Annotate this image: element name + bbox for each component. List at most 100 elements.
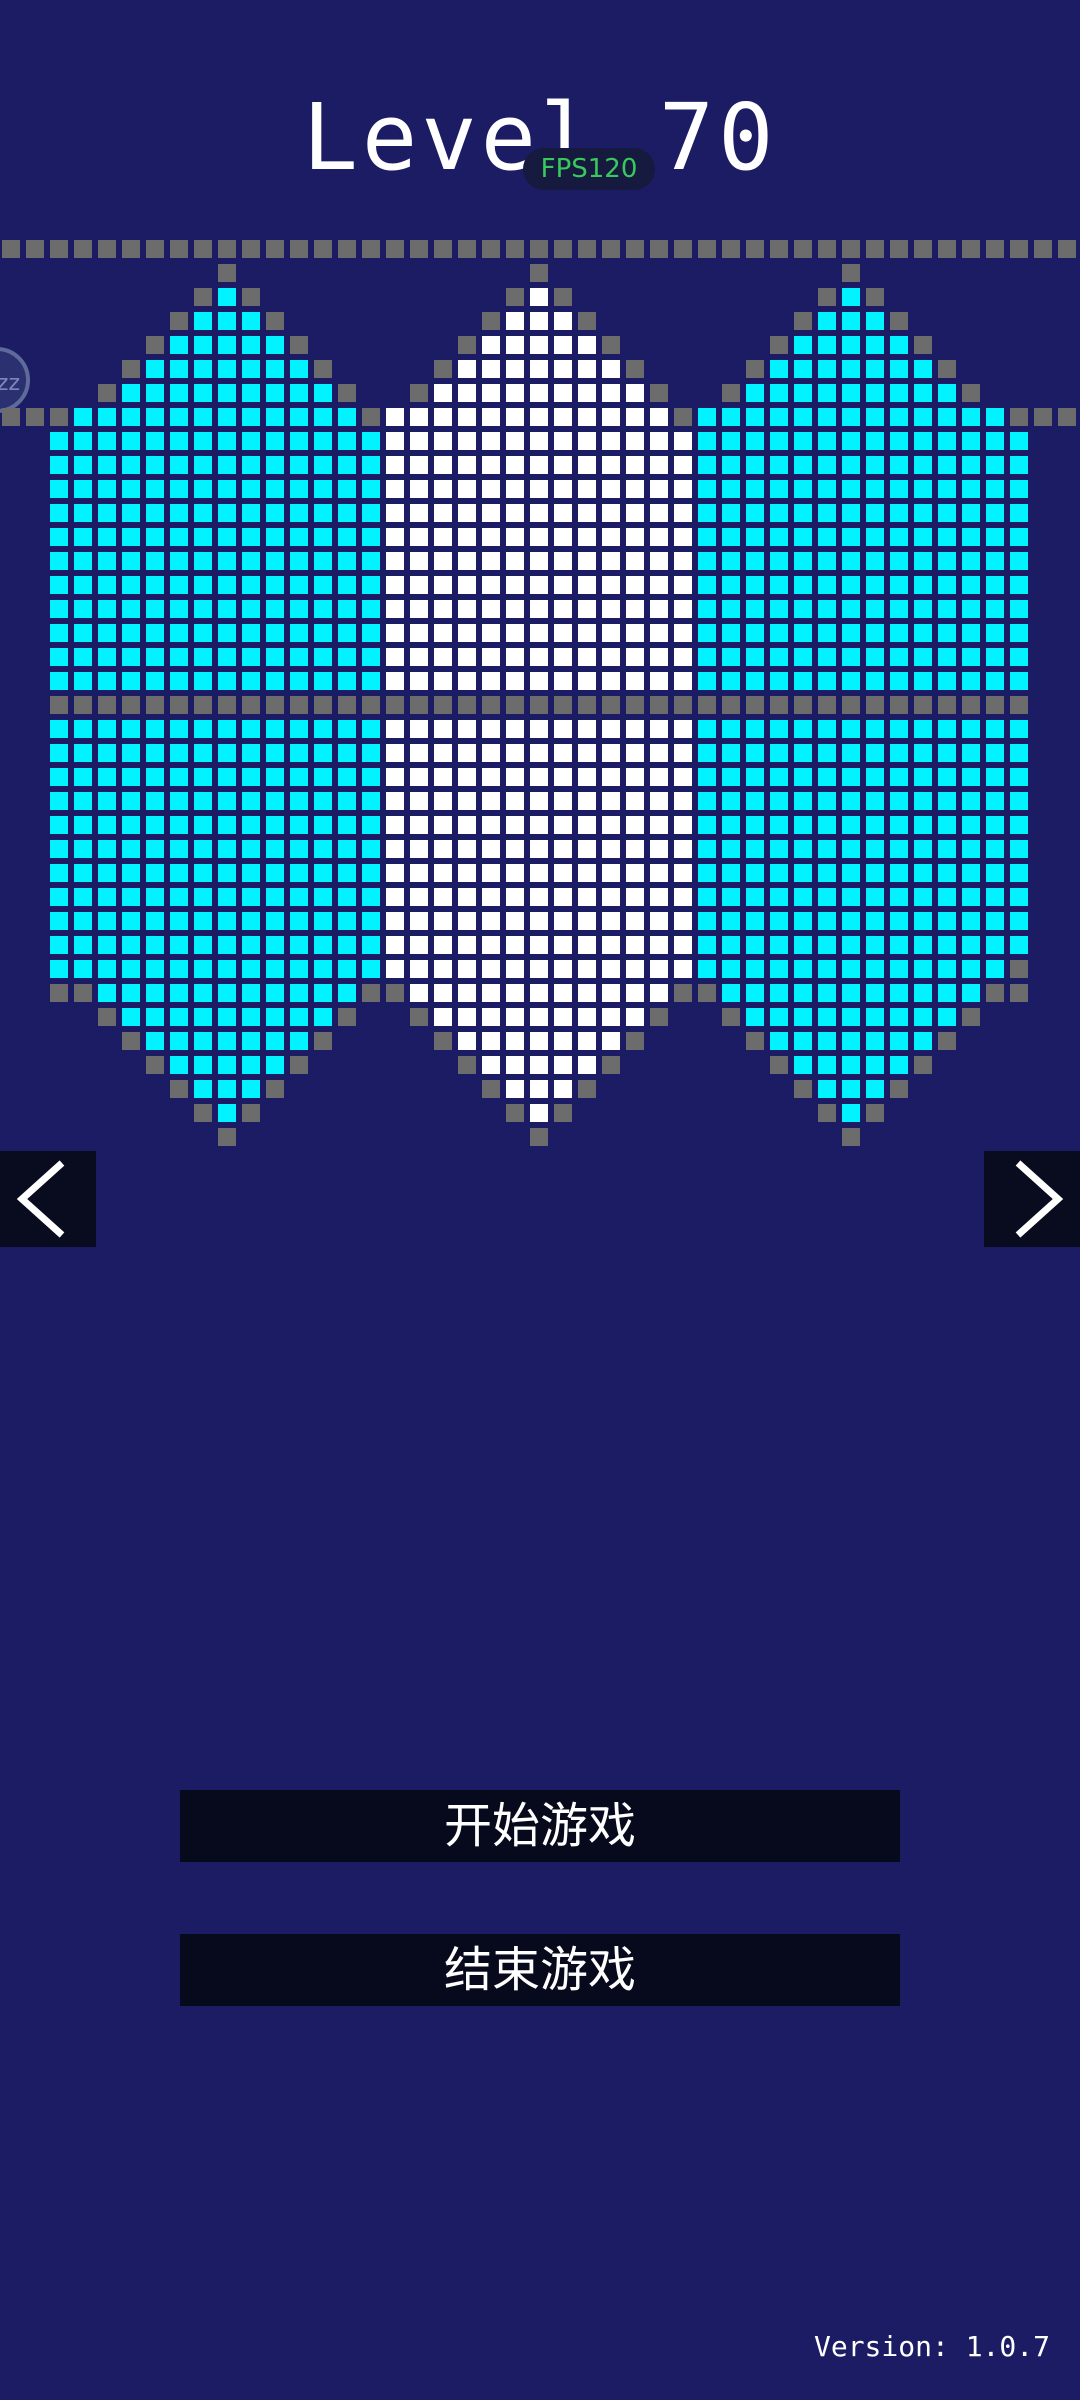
grid-cell-cyan <box>818 336 836 354</box>
grid-cell-gray <box>890 240 908 258</box>
grid-cell-gray <box>554 240 572 258</box>
grid-cell-white <box>482 360 500 378</box>
grid-cell-white <box>386 480 404 498</box>
grid-cell-cyan <box>962 648 980 666</box>
grid-cell-cyan <box>770 744 788 762</box>
grid-cell-cyan <box>50 936 68 954</box>
grid-cell-cyan <box>1010 936 1028 954</box>
grid-cell-cyan <box>266 480 284 498</box>
floating-assistive-ball[interactable]: zz <box>0 347 30 413</box>
grid-cell-white <box>626 528 644 546</box>
grid-cell-white <box>458 1032 476 1050</box>
grid-cell-gray <box>482 696 500 714</box>
grid-cell-cyan <box>986 792 1004 810</box>
grid-cell-cyan <box>962 840 980 858</box>
grid-cell-white <box>506 456 524 474</box>
grid-cell-cyan <box>746 768 764 786</box>
grid-cell-cyan <box>290 504 308 522</box>
grid-cell-cyan <box>314 480 332 498</box>
grid-cell-cyan <box>866 360 884 378</box>
grid-cell-gray <box>602 240 620 258</box>
grid-cell-cyan <box>122 744 140 762</box>
grid-cell-cyan <box>266 936 284 954</box>
grid-cell-cyan <box>1010 552 1028 570</box>
grid-cell-cyan <box>362 816 380 834</box>
grid-cell-white <box>674 864 692 882</box>
grid-cell-cyan <box>770 408 788 426</box>
grid-cell-cyan <box>338 504 356 522</box>
grid-cell-white <box>602 504 620 522</box>
grid-cell-white <box>674 792 692 810</box>
grid-cell-gray <box>506 240 524 258</box>
grid-cell-gray <box>362 984 380 1002</box>
grid-cell-white <box>602 384 620 402</box>
grid-cell-white <box>386 672 404 690</box>
grid-cell-white <box>458 960 476 978</box>
grid-cell-cyan <box>170 936 188 954</box>
grid-cell-white <box>434 408 452 426</box>
grid-cell-white <box>530 648 548 666</box>
grid-cell-cyan <box>194 888 212 906</box>
grid-cell-cyan <box>914 360 932 378</box>
grid-cell-cyan <box>770 720 788 738</box>
grid-cell-cyan <box>722 456 740 474</box>
grid-cell-cyan <box>1010 816 1028 834</box>
start-game-button[interactable]: 开始游戏 <box>180 1790 900 1862</box>
grid-cell-white <box>506 408 524 426</box>
grid-cell-cyan <box>866 456 884 474</box>
grid-cell-gray <box>722 1008 740 1026</box>
prev-level-button[interactable] <box>0 1151 96 1247</box>
grid-cell-gray <box>842 240 860 258</box>
grid-cell-cyan <box>98 768 116 786</box>
grid-cell-white <box>434 864 452 882</box>
grid-cell-white <box>482 408 500 426</box>
grid-cell-cyan <box>146 888 164 906</box>
grid-cell-cyan <box>890 360 908 378</box>
grid-cell-white <box>458 648 476 666</box>
quit-game-button[interactable]: 结束游戏 <box>180 1934 900 2006</box>
grid-cell-cyan <box>722 504 740 522</box>
grid-cell-gray <box>410 696 428 714</box>
grid-cell-cyan <box>50 528 68 546</box>
grid-cell-cyan <box>818 1056 836 1074</box>
grid-cell-cyan <box>74 672 92 690</box>
grid-cell-cyan <box>50 744 68 762</box>
grid-cell-cyan <box>146 624 164 642</box>
grid-cell-cyan <box>698 768 716 786</box>
grid-cell-white <box>602 720 620 738</box>
grid-cell-gray <box>770 1056 788 1074</box>
grid-cell-cyan <box>242 936 260 954</box>
grid-cell-cyan <box>842 432 860 450</box>
grid-cell-cyan <box>770 576 788 594</box>
grid-cell-cyan <box>1010 504 1028 522</box>
grid-cell-cyan <box>722 840 740 858</box>
next-level-button[interactable] <box>984 1151 1080 1247</box>
grid-cell-cyan <box>338 936 356 954</box>
grid-cell-white <box>410 720 428 738</box>
grid-cell-cyan <box>266 888 284 906</box>
grid-cell-cyan <box>218 648 236 666</box>
grid-cell-cyan <box>938 840 956 858</box>
grid-cell-cyan <box>170 576 188 594</box>
grid-cell-cyan <box>842 384 860 402</box>
grid-cell-cyan <box>338 408 356 426</box>
grid-cell-gray <box>98 240 116 258</box>
grid-cell-cyan <box>794 960 812 978</box>
grid-cell-cyan <box>770 432 788 450</box>
grid-cell-cyan <box>770 936 788 954</box>
grid-cell-cyan <box>770 672 788 690</box>
grid-cell-gray <box>962 384 980 402</box>
grid-cell-white <box>506 792 524 810</box>
grid-cell-white <box>506 1080 524 1098</box>
grid-cell-cyan <box>290 768 308 786</box>
grid-cell-gray <box>290 696 308 714</box>
grid-cell-cyan <box>194 408 212 426</box>
grid-cell-white <box>530 936 548 954</box>
grid-cell-cyan <box>962 864 980 882</box>
grid-cell-white <box>674 600 692 618</box>
grid-cell-cyan <box>890 528 908 546</box>
grid-cell-cyan <box>362 792 380 810</box>
grid-cell-gray <box>434 360 452 378</box>
grid-cell-cyan <box>746 888 764 906</box>
grid-cell-white <box>458 720 476 738</box>
